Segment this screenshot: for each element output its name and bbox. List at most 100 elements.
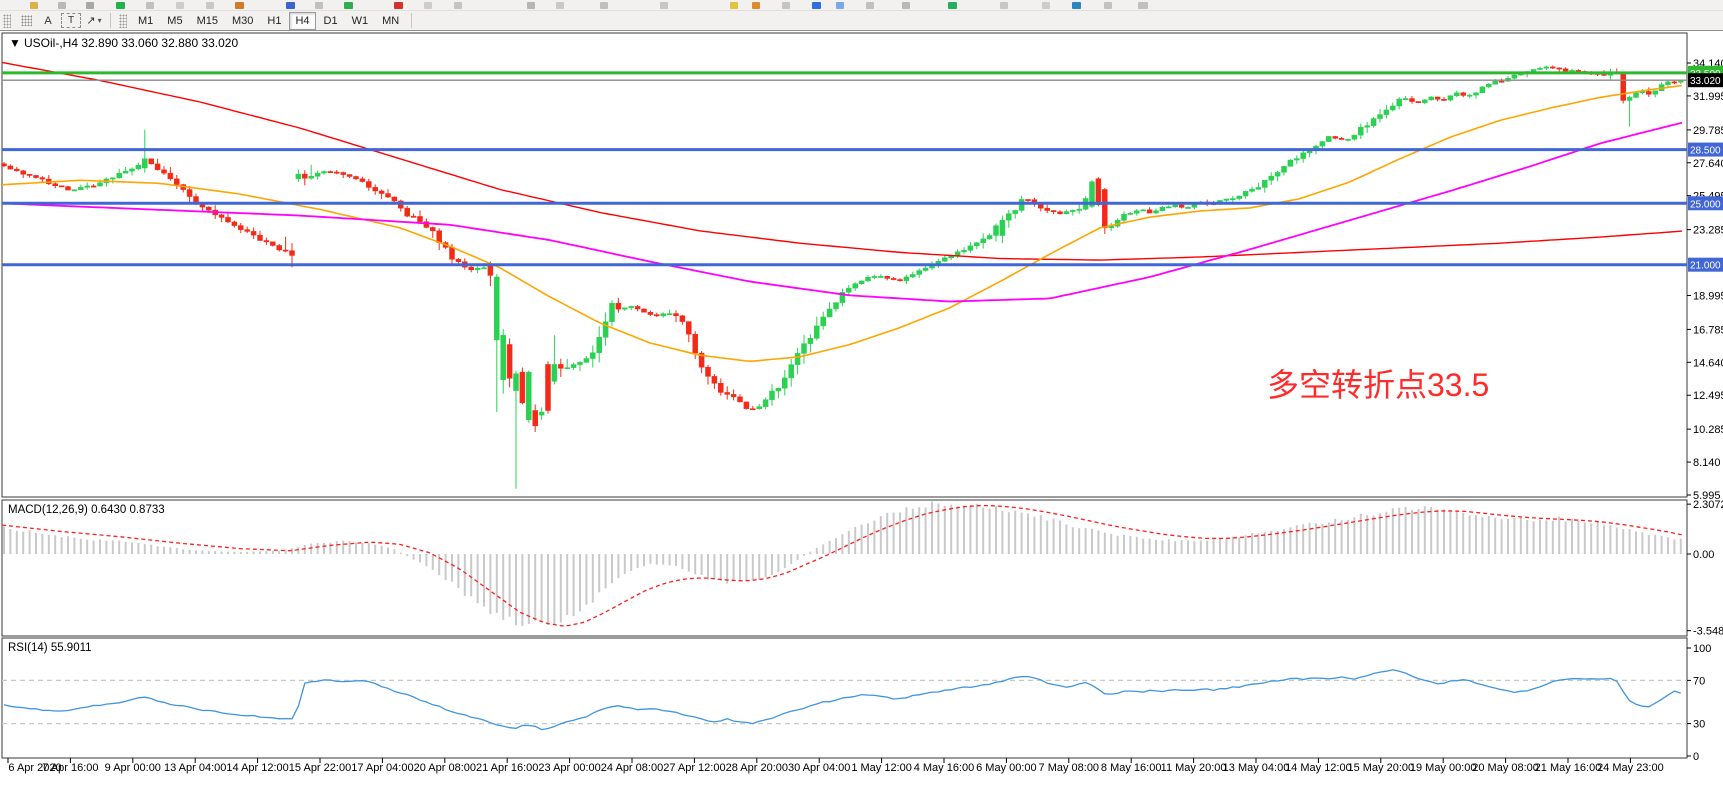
rsi-axis-label: 100 xyxy=(1693,643,1711,655)
time-axis-label: 8 May 16:00 xyxy=(1101,762,1162,774)
chart-annotation: 多空转折点33.5 xyxy=(1267,367,1489,403)
price-axis-label: 31.995 xyxy=(1693,91,1723,103)
toolbar-icon-fragment[interactable] xyxy=(782,2,790,9)
toolbar-icon-fragment[interactable] xyxy=(660,2,668,9)
toolbar-icon-fragment[interactable] xyxy=(1042,2,1050,9)
price-axis-label: 5.995 xyxy=(1693,490,1721,502)
toolbar-icon-fragment[interactable] xyxy=(286,2,295,9)
rsi-label: RSI(14) 55.9011 xyxy=(8,642,92,654)
toolbar-icon-fragment[interactable] xyxy=(600,2,608,9)
macd-pane-border xyxy=(2,500,1687,636)
toolbar-icon-fragment[interactable] xyxy=(527,2,535,9)
toolbar-icon-fragment[interactable] xyxy=(1072,2,1081,9)
toolbar-icon-fragment[interactable] xyxy=(836,2,844,9)
toolbar-icon-fragment[interactable] xyxy=(315,2,323,9)
toolbar-icon-fragment[interactable] xyxy=(902,2,910,9)
price-badge-label: 33.020 xyxy=(1690,76,1721,87)
timeframe-button-h1[interactable]: H1 xyxy=(261,12,287,30)
text-box-icon: T xyxy=(68,15,74,26)
time-axis-label: 6 May 00:00 xyxy=(976,762,1037,774)
arrow-icon: ↗ xyxy=(86,14,95,27)
rsi-axis-label: 70 xyxy=(1693,675,1705,687)
toolbar-separator xyxy=(110,13,111,28)
time-axis-label: 20 Apr 08:00 xyxy=(414,762,476,774)
time-axis-label: 21 May 16:00 xyxy=(1535,762,1602,774)
time-axis-label: 24 May 23:00 xyxy=(1597,762,1664,774)
symbol-dropdown-icon[interactable]: ▼ xyxy=(9,36,21,50)
toolbar-icon-fragment[interactable] xyxy=(146,2,154,9)
toolbar-grip[interactable] xyxy=(3,14,11,28)
price-axis-label: 23.285 xyxy=(1693,225,1723,237)
text-box-tool[interactable]: T xyxy=(61,13,81,28)
toolbar-icon-fragment[interactable] xyxy=(556,2,564,9)
toolbar-icon-fragment[interactable] xyxy=(86,2,94,9)
toolbar-icon-fragment[interactable] xyxy=(730,2,738,9)
toolbar-icon-fragment[interactable] xyxy=(344,2,353,9)
toolbar-icon-fragment[interactable] xyxy=(752,2,760,9)
toolbar-icon-fragment[interactable] xyxy=(1104,2,1112,9)
time-axis-label: 23 Apr 00:00 xyxy=(538,762,600,774)
time-axis-label: 30 Apr 04:00 xyxy=(788,762,850,774)
toolbar-icon-fragment[interactable] xyxy=(866,2,874,9)
time-axis-label: 13 Apr 04:00 xyxy=(164,762,226,774)
chart-title: USOil-,H4 32.890 33.060 32.880 33.020 xyxy=(24,36,238,50)
price-badge-label: 21.000 xyxy=(1690,261,1721,272)
time-axis-label: 28 Apr 20:00 xyxy=(726,762,788,774)
time-axis-label: 14 May 12:00 xyxy=(1285,762,1352,774)
timeframe-button-w1[interactable]: W1 xyxy=(346,12,375,30)
timeframe-button-m5[interactable]: M5 xyxy=(161,12,188,30)
macd-axis-label: -3.5484 xyxy=(1693,626,1723,638)
price-axis-label: 29.785 xyxy=(1693,125,1723,137)
price-badge-label: 25.000 xyxy=(1690,199,1721,210)
time-axis-label: 1 May 12:00 xyxy=(851,762,912,774)
time-axis-label: 21 Apr 16:00 xyxy=(476,762,538,774)
toolbar-icon-fragment[interactable] xyxy=(394,2,403,9)
time-axis-label: 19 May 00:00 xyxy=(1410,762,1477,774)
timeframe-button-h4[interactable]: H4 xyxy=(289,12,315,30)
toolbar-icon-fragment[interactable] xyxy=(454,2,462,9)
time-axis-label: 15 May 20:00 xyxy=(1347,762,1414,774)
price-axis-label: 10.285 xyxy=(1693,424,1723,436)
macd-label: MACD(12,26,9) 0.6430 0.8733 xyxy=(8,504,165,516)
time-axis-label: 17 Apr 04:00 xyxy=(351,762,413,774)
price-axis-label: 18.995 xyxy=(1693,290,1723,302)
toolbar-icon-fragment[interactable] xyxy=(176,2,184,9)
toolbar-icon-fragment[interactable] xyxy=(424,2,432,9)
toolbar-icon-fragment[interactable] xyxy=(948,2,957,9)
text-label-tool[interactable]: A xyxy=(39,13,57,29)
time-axis-label: 13 May 04:00 xyxy=(1223,762,1290,774)
crosshair-grid-icon[interactable] xyxy=(17,13,35,29)
toolbar-icon-fragment[interactable] xyxy=(58,2,66,9)
toolbar-icon-fragment[interactable] xyxy=(1000,2,1008,9)
toolbar-icon-fragment[interactable] xyxy=(116,2,125,9)
chart-canvas[interactable]: 2.30720.00-3.5484 10070300 34.14031.9952… xyxy=(0,30,1723,786)
timeframe-button-m30[interactable]: M30 xyxy=(226,12,259,30)
text-label-icon: A xyxy=(44,15,51,27)
toolbar-icon-fragment[interactable] xyxy=(1138,2,1148,9)
time-axis-label: 20 May 08:00 xyxy=(1472,762,1539,774)
timeframe-button-m1[interactable]: M1 xyxy=(132,12,159,30)
time-axis-label: 15 Apr 22:00 xyxy=(289,762,351,774)
time-axis-label: 7 Apr 16:00 xyxy=(42,762,98,774)
time-axis-label: 4 May 16:00 xyxy=(914,762,975,774)
time-axis-label: 27 Apr 12:00 xyxy=(663,762,725,774)
arrow-objects-tool[interactable]: ↗ ▾ xyxy=(85,13,103,29)
toolbar-icon-fragment[interactable] xyxy=(812,2,821,9)
toolbar: A T ↗ ▾ M1M5M15M30H1H4D1W1MN xyxy=(0,11,1723,31)
toolbar-icon-fragment[interactable] xyxy=(206,2,214,9)
grid-dots-icon xyxy=(21,15,32,26)
rsi-axis-label: 0 xyxy=(1693,751,1699,763)
timeframe-button-mn[interactable]: MN xyxy=(376,12,405,30)
timeframe-grip[interactable] xyxy=(119,14,127,28)
mt4-window: A T ↗ ▾ M1M5M15M30H1H4D1W1MN 2.30720.00-… xyxy=(0,0,1723,786)
toolbar-icon-fragment[interactable] xyxy=(235,2,244,9)
timeframe-button-d1[interactable]: D1 xyxy=(318,12,344,30)
price-axis-label: 12.495 xyxy=(1693,390,1723,402)
time-axis-label: 14 Apr 12:00 xyxy=(226,762,288,774)
time-axis-label: 9 Apr 00:00 xyxy=(105,762,161,774)
macd-axis-label: 0.00 xyxy=(1693,549,1714,561)
chevron-down-icon: ▾ xyxy=(98,16,102,25)
toolbar-icon-fragment[interactable] xyxy=(30,2,38,9)
time-axis-label: 7 May 08:00 xyxy=(1039,762,1100,774)
timeframe-button-m15[interactable]: M15 xyxy=(191,12,224,30)
